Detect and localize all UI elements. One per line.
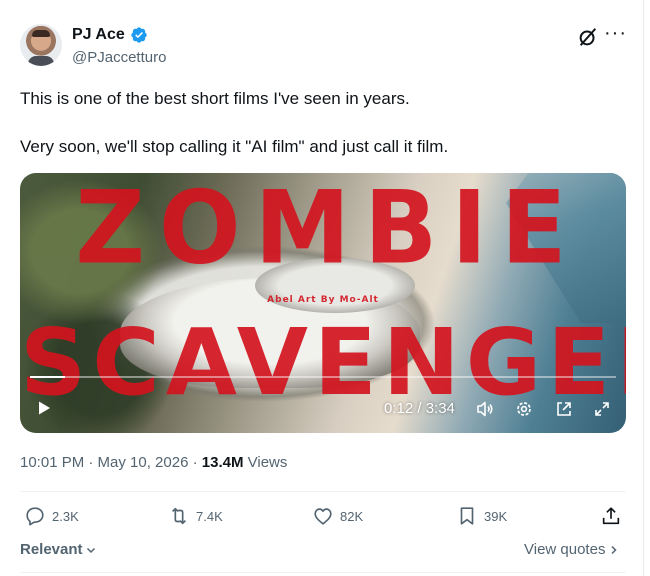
grok-icon[interactable] bbox=[577, 26, 599, 48]
avatar-hair bbox=[32, 30, 50, 37]
avatar[interactable] bbox=[20, 24, 62, 66]
view-quotes-link[interactable]: View quotes bbox=[524, 541, 619, 558]
sort-relevant-dropdown[interactable]: Relevant bbox=[20, 541, 97, 558]
video-title-line2: SCAVENGER bbox=[20, 309, 626, 416]
video-title-line1: ZOMBIE bbox=[75, 173, 581, 287]
tweet-paragraph: Very soon, we'll stop calling it "AI fil… bbox=[20, 137, 449, 156]
reply-button[interactable]: 2.3K bbox=[24, 505, 79, 527]
verified-badge-icon bbox=[131, 27, 147, 43]
tweet-meta: 10:01 PM · May 10, 2026 · 13.4M Views bbox=[20, 454, 287, 471]
tweet-paragraph: This is one of the best short films I've… bbox=[20, 89, 410, 108]
tweet-card: PJ Ace @PJaccetturo ··· This is one of t… bbox=[0, 0, 644, 576]
views-label: Views bbox=[247, 454, 288, 471]
share-button[interactable] bbox=[600, 505, 622, 527]
avatar-shirt bbox=[28, 56, 54, 66]
divider bbox=[20, 572, 626, 573]
more-icon[interactable]: ··· bbox=[604, 23, 628, 46]
relevant-label: Relevant bbox=[20, 541, 83, 558]
author-name-row: PJ Ace bbox=[72, 26, 148, 44]
like-count: 82K bbox=[340, 508, 364, 524]
chevron-right-icon bbox=[611, 545, 618, 554]
share-icon bbox=[602, 507, 620, 525]
reply-count: 2.3K bbox=[52, 508, 79, 524]
bookmark-icon bbox=[460, 507, 474, 525]
video-player[interactable]: ZOMBIE Abel Art By Mo-Alt SCAVENGER 0:12… bbox=[20, 173, 626, 433]
bookmark-button[interactable]: 39K bbox=[456, 505, 507, 527]
bookmark-count: 39K bbox=[484, 508, 508, 524]
action-bar: 2.3K 7.4K 82K 39K bbox=[20, 505, 626, 529]
video-progress-bar[interactable] bbox=[30, 376, 616, 378]
chevron-down-icon bbox=[86, 547, 95, 553]
repost-button[interactable]: 7.4K bbox=[168, 505, 223, 527]
settings-icon[interactable] bbox=[514, 399, 534, 419]
popout-icon[interactable] bbox=[554, 399, 574, 419]
video-progress-fill bbox=[30, 376, 66, 378]
play-icon[interactable] bbox=[36, 400, 52, 416]
like-button[interactable]: 82K bbox=[312, 505, 363, 527]
tweet-text: This is one of the best short films I've… bbox=[20, 86, 620, 160]
video-subtitle: Abel Art By Mo-Alt bbox=[267, 295, 379, 305]
views-count: 13.4M bbox=[201, 454, 244, 471]
timestamp[interactable]: 10:01 PM · May 10, 2026 · bbox=[20, 454, 198, 471]
repost-count: 7.4K bbox=[196, 508, 223, 524]
repost-icon bbox=[171, 507, 187, 525]
author-handle[interactable]: @PJaccetturo bbox=[72, 49, 166, 66]
video-time: 0:12 / 3:34 bbox=[384, 400, 455, 417]
display-name[interactable]: PJ Ace bbox=[72, 26, 125, 44]
like-icon bbox=[314, 508, 332, 525]
divider bbox=[20, 491, 626, 492]
view-quotes-label: View quotes bbox=[524, 541, 606, 558]
fullscreen-icon[interactable] bbox=[592, 399, 612, 419]
volume-icon[interactable] bbox=[475, 399, 495, 419]
reply-icon bbox=[26, 507, 44, 526]
